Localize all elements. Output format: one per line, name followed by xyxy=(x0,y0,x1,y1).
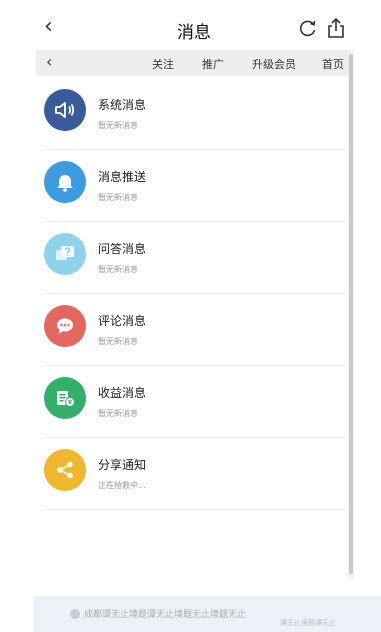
subnav-back-button[interactable]: ‹ xyxy=(46,53,52,71)
message-title: 系统消息 xyxy=(98,98,147,112)
sub-navigation: ‹ 关注 推广 升级会员 首页 xyxy=(36,50,350,76)
message-title: 评论消息 xyxy=(98,314,147,328)
bell-icon xyxy=(44,161,86,203)
message-status: 正在抢救中... xyxy=(98,481,146,490)
subnav-link-promote[interactable]: 推广 xyxy=(202,56,224,72)
share-icon xyxy=(44,449,86,491)
footer-text: 成都谭无止境题谭无止境题无止境题无止 xyxy=(84,610,247,620)
message-status: 暂无新消息 xyxy=(98,265,138,274)
footer-text-secondary: 谭无止境题谭无止 xyxy=(280,619,336,627)
message-title: 收益消息 xyxy=(98,386,147,400)
subnav-link-follow[interactable]: 关注 xyxy=(152,56,174,72)
subnav-link-upgrade[interactable]: 升级会员 xyxy=(252,56,296,72)
info-icon xyxy=(70,609,80,619)
message-title: 消息推送 xyxy=(98,170,147,184)
speaker-icon xyxy=(44,89,86,131)
footer-banner: 成都谭无止境题谭无止境题无止境题无止 谭无止境题谭无止 xyxy=(34,596,381,632)
list-item-system[interactable]: 系统消息 暂无新消息 xyxy=(34,78,348,150)
message-title: 分享通知 xyxy=(98,458,147,472)
top-bar: ‹ 消息 xyxy=(34,8,354,48)
qa-icon xyxy=(44,233,86,275)
list-item-push[interactable]: 消息推送 暂无新消息 xyxy=(34,150,348,222)
list-item-qa[interactable]: 问答消息 暂无新消息 xyxy=(34,222,348,294)
message-title: 问答消息 xyxy=(98,242,147,256)
share-icon[interactable] xyxy=(326,17,346,39)
list-item-income[interactable]: 收益消息 暂无新消息 xyxy=(34,366,348,438)
subnav-link-home[interactable]: 首页 xyxy=(322,56,344,72)
message-status: 暂无新消息 xyxy=(98,409,138,418)
list-item-comment[interactable]: 评论消息 暂无新消息 xyxy=(34,294,348,366)
list-item-share[interactable]: 分享通知 正在抢救中... xyxy=(34,438,348,510)
message-status: 暂无新消息 xyxy=(98,193,138,202)
comment-icon xyxy=(44,305,86,347)
message-status: 暂无新消息 xyxy=(98,121,138,130)
phone-screen: ‹ 消息 ‹ 关注 推广 升级会员 首页 系统消息 暂无新消息 消息推送 暂无新… xyxy=(34,0,354,632)
scrollbar-thumb[interactable] xyxy=(349,54,353,574)
divider xyxy=(44,509,348,510)
message-status: 暂无新消息 xyxy=(98,337,138,346)
scrollbar[interactable] xyxy=(348,50,354,580)
income-icon xyxy=(44,377,86,419)
refresh-icon[interactable] xyxy=(298,18,318,38)
